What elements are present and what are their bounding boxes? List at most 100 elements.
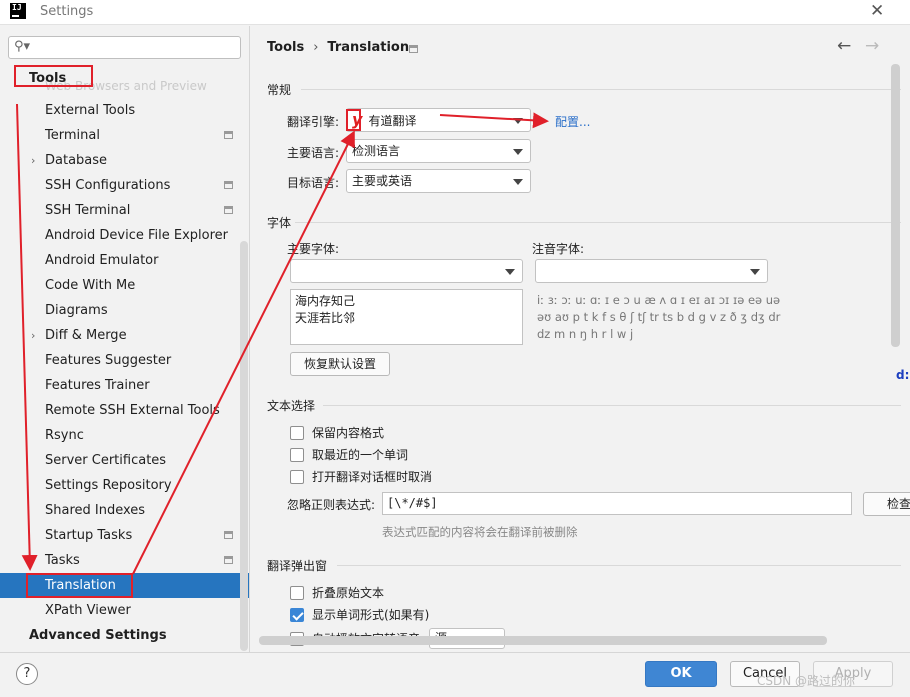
regex-hint: 表达式匹配的内容将会在翻译前被删除 [382, 525, 578, 539]
tree-item-code-with-me[interactable]: Code With Me [0, 273, 249, 298]
tree-item-remote-ssh-external-tools[interactable]: Remote SSH External Tools [0, 398, 249, 423]
checkbox-box[interactable] [290, 426, 304, 440]
checkbox-box[interactable] [290, 470, 304, 484]
content-vertical-scrollbar[interactable] [891, 64, 900, 347]
tree-item-android-device-file-explorer[interactable]: Android Device File Explorer [0, 223, 249, 248]
section-general-header: 常规 [267, 83, 292, 97]
breadcrumb: Tools › Translation [267, 40, 409, 55]
configure-link[interactable]: 配置... [555, 113, 590, 130]
project-settings-icon [224, 181, 233, 189]
chevron-down-icon [513, 179, 523, 185]
close-icon[interactable]: ✕ [870, 1, 884, 21]
project-settings-icon [224, 206, 233, 214]
tree-item-database[interactable]: › Database [0, 148, 249, 173]
fold-original-checkbox[interactable]: 折叠原始文本 [290, 585, 384, 603]
chevron-right-icon[interactable]: › [31, 548, 35, 573]
checkbox-box[interactable] [290, 448, 304, 462]
tree-item-rsync[interactable]: Rsync [0, 423, 249, 448]
reset-defaults-button[interactable]: 恢复默认设置 [290, 352, 390, 376]
tree-item-label: Features Suggester [45, 353, 172, 368]
primary-language-select[interactable]: 检测语言 [346, 139, 531, 163]
ignore-regex-input[interactable]: [\*/#$] [382, 492, 852, 515]
ignore-regex-label: 忽略正则表达式: [287, 498, 376, 512]
project-settings-icon [224, 531, 233, 539]
tree-item-features-suggester[interactable]: Features Suggester [0, 348, 249, 373]
tree-item-label: Diagrams [45, 303, 108, 318]
project-settings-icon [224, 131, 233, 139]
font-preview-box: 海内存知己 天涯若比邻 [290, 289, 523, 345]
tree-item-label: Remote SSH External Tools [45, 403, 220, 418]
primary-font-select[interactable] [290, 259, 523, 283]
watermark: CSDN @路过的你 [757, 674, 856, 688]
breadcrumb-separator: › [313, 40, 319, 55]
annotation-box-translation [26, 573, 133, 598]
engine-label: 翻译引擎: [287, 115, 340, 129]
section-divider [295, 222, 901, 223]
target-language-value: 主要或英语 [352, 174, 413, 188]
tree-item-label: XPath Viewer [45, 603, 131, 618]
tree-item-ssh-terminal[interactable]: SSH Terminal [0, 198, 249, 223]
tree-item-features-trainer[interactable]: Features Trainer [0, 373, 249, 398]
tree-item-shared-indexes[interactable]: Shared Indexes [0, 498, 249, 523]
phonetic-font-select[interactable] [535, 259, 768, 283]
checkbox-label: 折叠原始文本 [312, 586, 385, 600]
help-button[interactable]: ? [16, 663, 38, 685]
tree-item-server-certificates[interactable]: Server Certificates [0, 448, 249, 473]
chevron-right-icon[interactable]: › [31, 148, 35, 173]
ok-button[interactable]: OK [645, 661, 717, 687]
tree-item-label: Terminal [45, 128, 100, 143]
checkbox-box[interactable] [290, 608, 304, 622]
font-preview-line: 天涯若比邻 [295, 311, 356, 325]
tree-scrollbar[interactable] [240, 241, 248, 651]
annotation-box-tools [14, 65, 93, 87]
window-title: Settings [40, 4, 94, 19]
show-word-forms-checkbox[interactable]: 显示单词形式(如果有) [290, 607, 429, 625]
target-language-select[interactable]: 主要或英语 [346, 169, 531, 193]
engine-select[interactable]: y 有道翻译 [346, 108, 531, 132]
tree-item-label: External Tools [45, 103, 136, 118]
tree-item-advanced-settings[interactable]: Advanced Settings [0, 623, 249, 648]
nearest-word-checkbox[interactable]: 取最近的一个单词 [290, 447, 408, 465]
breadcrumb-current: Translation [327, 40, 410, 55]
tree-item-ssh-configurations[interactable]: SSH Configurations [0, 173, 249, 198]
chevron-right-icon[interactable]: › [31, 323, 35, 348]
tree-item-settings-repository[interactable]: Settings Repository [0, 473, 249, 498]
project-settings-icon [409, 45, 418, 53]
checkbox-box[interactable] [290, 586, 304, 600]
chevron-down-icon [750, 269, 760, 275]
intellij-app-icon: IJ [10, 3, 26, 19]
phonetic-font-label: 注音字体: [532, 242, 585, 256]
tree-item-xpath-viewer[interactable]: XPath Viewer [0, 598, 249, 623]
title-bar: IJ Settings ✕ [0, 0, 910, 25]
tree-item-label: SSH Terminal [45, 203, 131, 218]
primary-language-value: 检测语言 [352, 144, 401, 158]
tree-item-diagrams[interactable]: Diagrams [0, 298, 249, 323]
settings-tree-pane: ⚲▾ Web Browsers and Preview Tools Extern… [0, 26, 250, 652]
tree-item-label: Android Emulator [45, 253, 159, 268]
content-horizontal-scrollbar[interactable] [259, 636, 827, 645]
cancel-on-open-checkbox[interactable]: 打开翻译对话框时取消 [290, 469, 432, 487]
tree-item-terminal[interactable]: Terminal [0, 123, 249, 148]
section-popup-header: 翻译弹出窗 [267, 559, 328, 573]
forward-arrow-icon[interactable]: → [865, 36, 879, 56]
tree-item-external-tools[interactable]: External Tools [0, 98, 249, 123]
checkbox-label: 打开翻译对话框时取消 [312, 470, 433, 484]
primary-language-label: 主要语言: [287, 146, 340, 160]
search-input[interactable]: ⚲▾ [8, 36, 241, 59]
tree-item-android-emulator[interactable]: Android Emulator [0, 248, 249, 273]
back-arrow-icon[interactable]: ← [837, 36, 851, 56]
checkbox-label: 显示单词形式(如果有) [312, 608, 430, 622]
project-settings-icon [224, 556, 233, 564]
tree-item-startup-tasks[interactable]: Startup Tasks [0, 523, 249, 548]
tree-item-label: Database [45, 153, 108, 168]
tree-item-tasks[interactable]: › Tasks [0, 548, 249, 573]
section-divider [301, 89, 901, 90]
font-preview-line: 海内存知己 [295, 294, 356, 308]
keep-format-checkbox[interactable]: 保留内容格式 [290, 425, 384, 443]
tree-item-label: Rsync [45, 428, 84, 443]
checkbox-label: 保留内容格式 [312, 426, 385, 440]
check-button[interactable]: 检查 [863, 492, 910, 516]
tree-item-label: Server Certificates [45, 453, 167, 468]
target-language-label: 目标语言: [287, 176, 340, 190]
tree-item-diff-merge[interactable]: › Diff & Merge [0, 323, 249, 348]
